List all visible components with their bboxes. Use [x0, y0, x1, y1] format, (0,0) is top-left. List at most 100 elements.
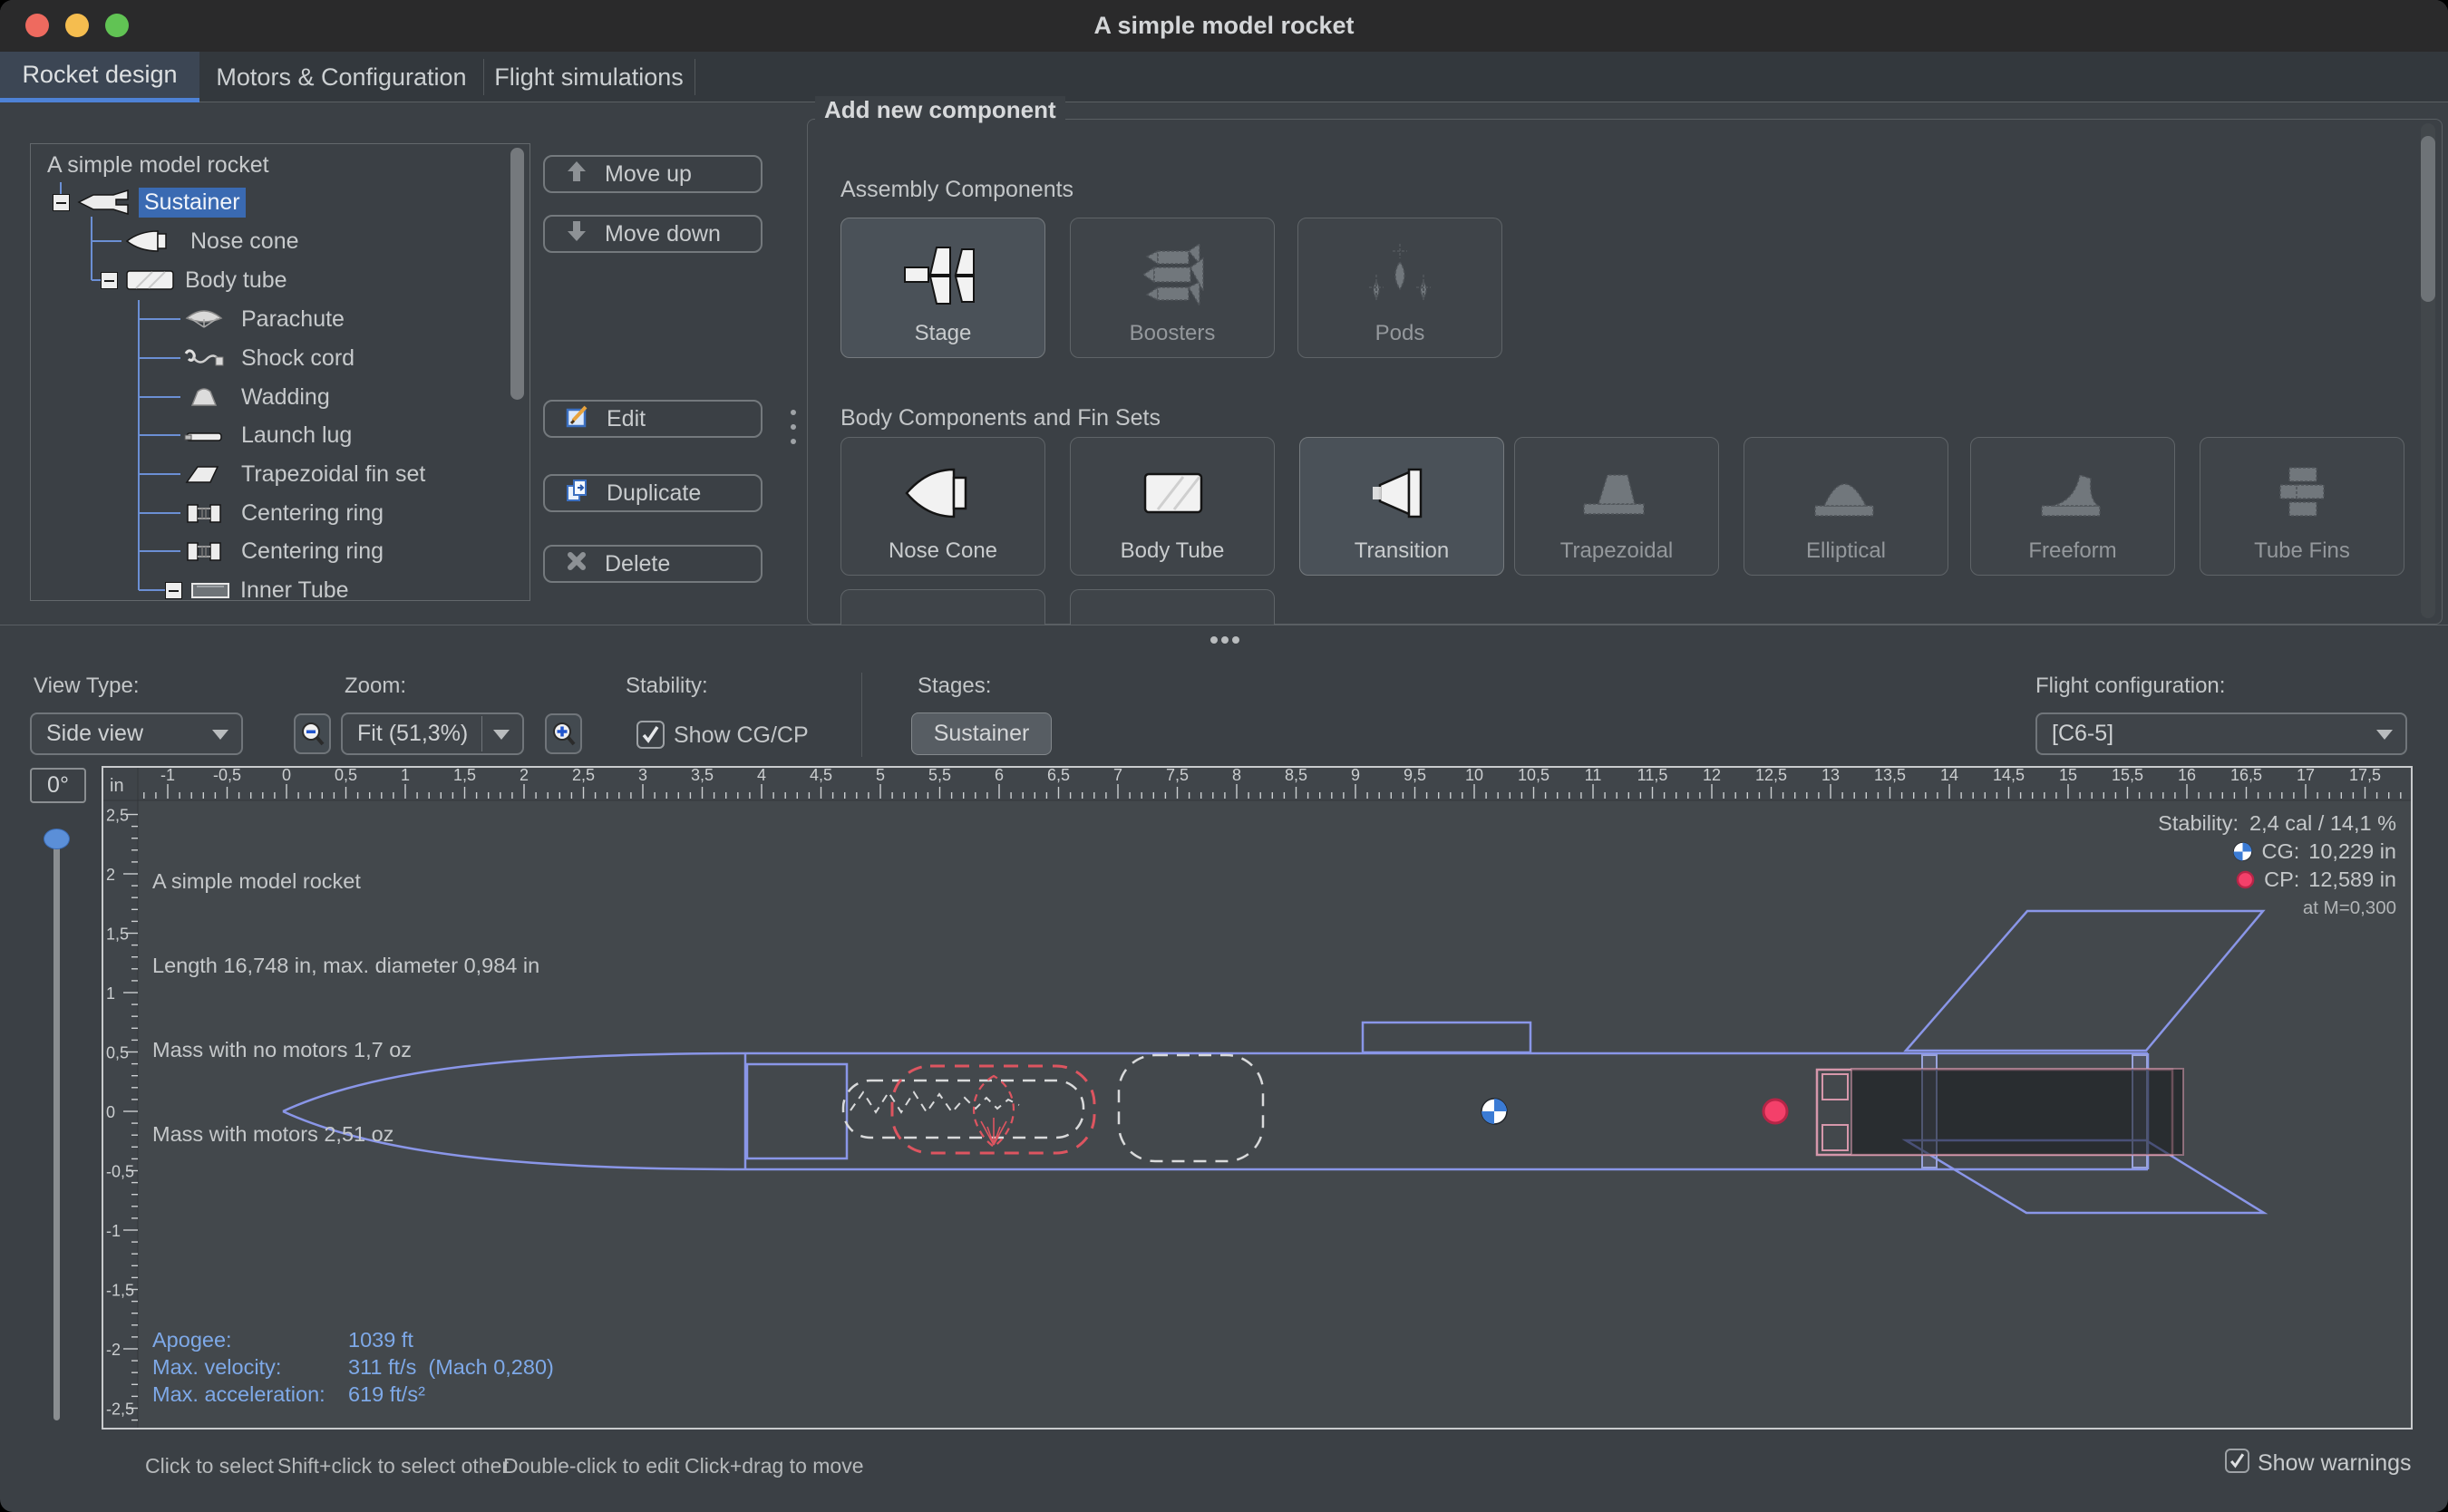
- cg-legend-icon: [2232, 841, 2253, 862]
- add-body-tube-button[interactable]: Body Tube: [1070, 437, 1275, 576]
- add-elliptical-fin-button[interactable]: Elliptical: [1744, 437, 1948, 576]
- tree-row-wadding[interactable]: Wadding: [183, 378, 335, 416]
- svg-text:1: 1: [106, 984, 115, 1003]
- flight-config-label: Flight configuration:: [2035, 674, 2225, 699]
- svg-text:-2: -2: [106, 1341, 121, 1359]
- splitter-handle-horizontal[interactable]: [1210, 632, 1243, 648]
- view-type-dropdown[interactable]: Side view: [30, 712, 243, 755]
- controls-separator: [861, 673, 862, 757]
- tree-row-sustainer[interactable]: Sustainer: [53, 183, 246, 221]
- component-tree[interactable]: A simple model rocket Sustainer Nose con…: [30, 143, 530, 601]
- transition-icon: [1356, 455, 1447, 531]
- stages-label: Stages:: [918, 674, 991, 699]
- rotation-slider-track[interactable]: [53, 829, 60, 1420]
- tree-item-label: Trapezoidal fin set: [236, 460, 431, 489]
- zoom-in-button[interactable]: [545, 713, 582, 754]
- add-nose-cone-button[interactable]: Nose Cone: [840, 437, 1045, 576]
- tab-rocket-design[interactable]: Rocket design: [0, 52, 199, 102]
- tree-row-launch-lug[interactable]: Launch lug: [183, 416, 357, 454]
- svg-text:8: 8: [1232, 768, 1241, 784]
- svg-text:-0,5: -0,5: [106, 1163, 134, 1181]
- pods-icon: [1355, 237, 1445, 314]
- stage-toggle-sustainer[interactable]: Sustainer: [911, 712, 1052, 755]
- add-component-button-partial[interactable]: [840, 589, 1045, 625]
- zoom-level-dropdown[interactable]: Fit (51,3%): [341, 712, 524, 755]
- add-boosters-button[interactable]: Boosters: [1070, 218, 1275, 358]
- move-down-button[interactable]: Move down: [543, 215, 763, 253]
- tree-row-centering-ring-2[interactable]: Centering ring: [183, 532, 389, 570]
- add-panel-scrollbar-thumb[interactable]: [2421, 136, 2435, 302]
- flight-config-dropdown[interactable]: [C6-5]: [2035, 712, 2407, 755]
- fin-icon: [183, 462, 225, 486]
- stability-text: Stability:: [2158, 809, 2239, 838]
- show-warnings-checkbox[interactable]: [2225, 1449, 2249, 1473]
- shock-cord-icon: [183, 346, 225, 370]
- add-pods-button[interactable]: Pods: [1297, 218, 1502, 358]
- shock-cord-zigzag: [850, 1092, 1019, 1112]
- svg-text:7: 7: [1113, 768, 1122, 784]
- add-transition-button[interactable]: Transition: [1299, 437, 1504, 576]
- zoom-out-button[interactable]: [294, 713, 331, 754]
- dropdown-divider: [481, 716, 482, 751]
- rocket-design-canvas[interactable]: in -1-0,500,511,522,533,544,555,566,577,…: [102, 766, 2413, 1430]
- tab-separator: [483, 59, 484, 95]
- arrow-up-icon: [565, 160, 588, 189]
- add-stage-button[interactable]: Stage: [840, 218, 1045, 358]
- show-cgcp-label: Show CG/CP: [674, 722, 809, 749]
- zoom-label: Zoom:: [345, 674, 406, 699]
- svg-text:16: 16: [2178, 768, 2196, 784]
- tree-item-label: Centering ring: [236, 537, 389, 567]
- rotation-slider-knob[interactable]: [44, 829, 70, 849]
- add-tube-fins-button[interactable]: Tube Fins: [2200, 437, 2404, 576]
- svg-text:15: 15: [2059, 768, 2077, 784]
- tree-row-shock-cord[interactable]: Shock cord: [183, 339, 360, 377]
- freeform-fin-icon: [2027, 455, 2118, 531]
- rotation-angle-box[interactable]: 0°: [30, 768, 86, 803]
- tab-flight-simulations[interactable]: Flight simulations: [483, 52, 695, 102]
- svg-text:15,5: 15,5: [2112, 768, 2143, 784]
- delete-button[interactable]: Delete: [543, 545, 763, 583]
- chevron-down-icon: [212, 730, 228, 740]
- simulation-results-block: Apogee:1039 ft Max. velocity:311 ft/s (M…: [152, 1326, 554, 1408]
- add-freeform-fin-button[interactable]: Freeform: [1970, 437, 2175, 576]
- tree-row-centering-ring-1[interactable]: Centering ring: [183, 494, 389, 532]
- splitter-handle-vertical[interactable]: [791, 410, 796, 453]
- duplicate-button[interactable]: Duplicate: [543, 474, 763, 512]
- svg-text:14,5: 14,5: [1993, 768, 2025, 784]
- show-warnings-label: Show warnings: [2258, 1450, 2412, 1477]
- svg-text:6,5: 6,5: [1047, 768, 1070, 784]
- tree-row-trapezoidal-fin-set[interactable]: Trapezoidal fin set: [183, 455, 431, 493]
- arrow-down-icon: [565, 219, 588, 249]
- tree-row-inner-tube[interactable]: Inner Tube: [165, 571, 355, 601]
- move-up-button[interactable]: Move up: [543, 155, 763, 193]
- tree-row-parachute[interactable]: Parachute: [183, 300, 350, 338]
- edit-button[interactable]: Edit: [543, 400, 763, 438]
- inner-tube-icon: [189, 578, 231, 601]
- nose-cone-big-icon: [898, 455, 988, 531]
- tree-item-label: Shock cord: [236, 344, 360, 373]
- svg-text:12,5: 12,5: [1755, 768, 1787, 784]
- add-trapezoidal-fin-button[interactable]: Trapezoidal: [1514, 437, 1719, 576]
- svg-text:2,5: 2,5: [572, 768, 595, 784]
- show-cgcp-checkbox[interactable]: [636, 721, 665, 749]
- svg-text:6: 6: [995, 768, 1004, 784]
- svg-text:7,5: 7,5: [1166, 768, 1189, 784]
- svg-text:2: 2: [520, 768, 529, 784]
- add-component-button-partial[interactable]: [1070, 589, 1275, 625]
- top-fin-outline: [1906, 911, 2263, 1051]
- launch-lug-outline: [1363, 1023, 1530, 1052]
- tree-row-body-tube[interactable]: Body tube: [101, 261, 293, 299]
- svg-text:10: 10: [1465, 768, 1483, 784]
- tab-motors-configuration[interactable]: Motors & Configuration: [199, 52, 483, 102]
- tree-row-nose-cone[interactable]: Nose cone: [125, 222, 305, 260]
- collapse-expander-icon[interactable]: [165, 582, 182, 599]
- collapse-expander-icon[interactable]: [101, 272, 118, 289]
- trapezoidal-fin-icon: [1571, 455, 1662, 531]
- tree-scrollbar-thumb[interactable]: [510, 148, 524, 400]
- nose-shoulder-outline: [747, 1064, 847, 1158]
- svg-text:0: 0: [282, 768, 291, 784]
- svg-text:4,5: 4,5: [810, 768, 832, 784]
- tree-row-root[interactable]: A simple model rocket: [42, 146, 275, 184]
- svg-text:13,5: 13,5: [1874, 768, 1906, 784]
- collapse-expander-icon[interactable]: [53, 194, 70, 211]
